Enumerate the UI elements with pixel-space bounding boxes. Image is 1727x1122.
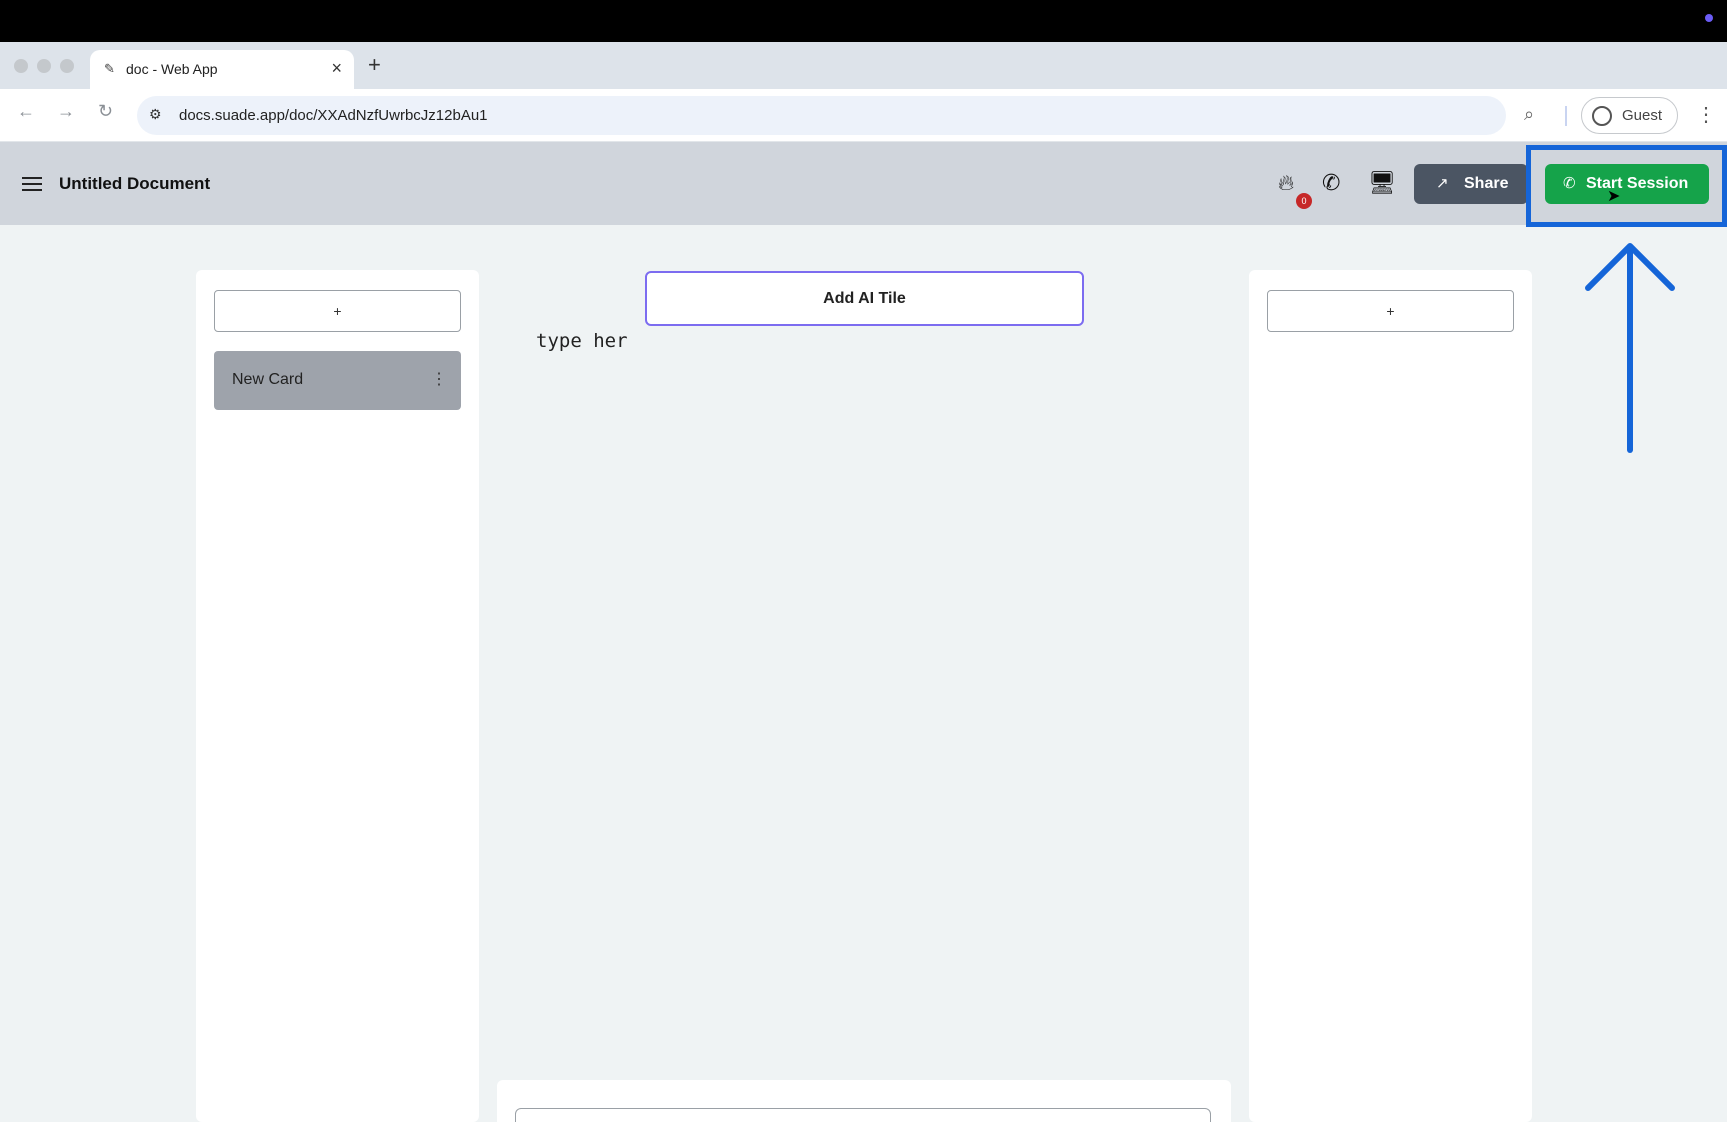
left-column: + New Card ⋮	[196, 270, 479, 1122]
document-title[interactable]: Untitled Document	[59, 174, 210, 194]
lens-icon[interactable]: ⌕	[1524, 104, 1534, 125]
tab-close-icon[interactable]: ×	[331, 58, 342, 79]
window-maximize-icon[interactable]	[60, 59, 74, 73]
share-button[interactable]: ↗ Share	[1414, 164, 1528, 204]
os-menu-bar	[0, 0, 1727, 42]
editor-text[interactable]: type her	[536, 330, 628, 352]
browser-menu-icon[interactable]: ⋮	[1696, 102, 1716, 127]
bottom-panel	[497, 1080, 1231, 1122]
pen-icon: ✎	[104, 61, 115, 76]
back-icon[interactable]: ←	[17, 101, 35, 122]
site-settings-icon[interactable]: ⚙	[149, 106, 162, 123]
hamburger-menu-icon[interactable]	[22, 177, 42, 191]
card-title: New Card	[232, 371, 304, 388]
toolbar-divider	[1565, 106, 1567, 126]
profile-button[interactable]: Guest	[1581, 97, 1678, 134]
annotation-arrow-icon	[1585, 243, 1675, 453]
reload-icon[interactable]: ↻	[98, 101, 113, 122]
card-menu-icon[interactable]: ⋮	[431, 369, 447, 389]
right-column: +	[1249, 270, 1532, 1122]
add-ai-tile-button[interactable]: Add AI Tile	[645, 271, 1084, 326]
window-minimize-icon[interactable]	[37, 59, 51, 73]
profile-label: Guest	[1622, 107, 1663, 124]
bottom-input[interactable]	[515, 1108, 1211, 1122]
annotation-highlight-box	[1526, 145, 1727, 227]
monitor-icon[interactable]: 🖥︎	[1368, 170, 1396, 196]
share-arrow-icon: ↗	[1436, 175, 1449, 192]
phone-icon[interactable]: ✆	[1322, 170, 1340, 196]
notification-badge: 0	[1296, 193, 1312, 209]
card-item[interactable]: New Card ⋮	[214, 351, 461, 410]
browser-tab[interactable]: ✎ doc - Web App ×	[90, 50, 354, 89]
add-card-button[interactable]: +	[214, 290, 461, 332]
profile-icon	[1592, 106, 1612, 126]
tab-title: doc - Web App	[126, 61, 218, 77]
screen: ✎ doc - Web App × + ← → ↻ ⚙ docs.suade.a…	[0, 0, 1727, 1122]
new-tab-icon[interactable]: +	[368, 52, 381, 78]
flame-icon[interactable]: 🔥︎	[1278, 170, 1294, 196]
url-text: docs.suade.app/doc/XXAdNzfUwrbcJz12bAu1	[179, 107, 488, 124]
window-close-icon[interactable]	[14, 59, 28, 73]
add-card-button[interactable]: +	[1267, 290, 1514, 332]
share-label: Share	[1464, 175, 1509, 192]
status-dot-icon	[1705, 14, 1713, 22]
forward-icon[interactable]: →	[57, 101, 75, 122]
address-bar[interactable]: ⚙ docs.suade.app/doc/XXAdNzfUwrbcJz12bAu…	[137, 96, 1506, 135]
